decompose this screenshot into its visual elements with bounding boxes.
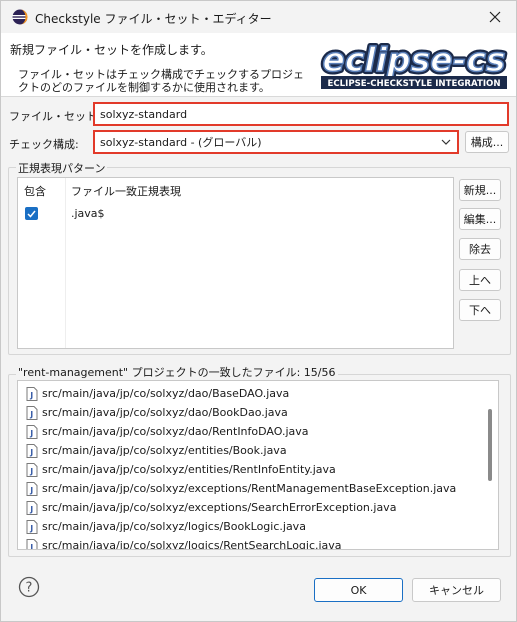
logo-text: eclipse-cs bbox=[322, 40, 505, 79]
cancel-button[interactable]: キャンセル bbox=[412, 578, 501, 602]
column-header-regex: ファイル一致正規表現 bbox=[71, 185, 181, 198]
remove-pattern-button[interactable]: 除去 bbox=[459, 238, 501, 260]
java-file-icon: J bbox=[26, 462, 38, 477]
logo-subtext: ECLIPSE-CHECKSTYLE INTEGRATION bbox=[327, 79, 500, 89]
java-file-icon: J bbox=[26, 481, 38, 496]
eclipse-cs-logo: eclipse-cs eclipse-cs ECLIPSE-CHECKSTYLE… bbox=[317, 39, 511, 92]
banner-title: 新規ファイル・セットを作成します。 bbox=[10, 43, 213, 57]
help-icon[interactable]: ? bbox=[18, 576, 40, 598]
checkmark-icon bbox=[27, 210, 36, 218]
java-file-icon: J bbox=[26, 519, 38, 534]
list-item[interactable]: Jsrc/main/java/jp/co/solxyz/exceptions/S… bbox=[26, 498, 396, 517]
pattern-table: 包含 ファイル一致正規表現 .java$ bbox=[17, 177, 454, 349]
svg-text:J: J bbox=[29, 467, 33, 476]
svg-text:J: J bbox=[29, 391, 33, 400]
list-item[interactable]: Jsrc/main/java/jp/co/solxyz/exceptions/R… bbox=[26, 479, 456, 498]
list-item[interactable]: Jsrc/main/java/jp/co/solxyz/entities/Boo… bbox=[26, 441, 287, 460]
java-file-icon: J bbox=[26, 405, 38, 420]
check-config-value: solxyz-standard - (グローバル) bbox=[100, 136, 262, 149]
java-file-icon: J bbox=[26, 424, 38, 439]
pattern-regex-cell[interactable]: .java$ bbox=[71, 207, 105, 220]
svg-text:?: ? bbox=[26, 581, 33, 596]
include-checkbox[interactable] bbox=[25, 207, 38, 220]
list-item[interactable]: Jsrc/main/java/jp/co/solxyz/dao/BaseDAO.… bbox=[26, 384, 289, 403]
svg-text:J: J bbox=[29, 505, 33, 514]
file-path: src/main/java/jp/co/solxyz/dao/BookDao.j… bbox=[42, 406, 288, 419]
file-path: src/main/java/jp/co/solxyz/entities/Rent… bbox=[42, 463, 336, 476]
fileset-name-input[interactable]: solxyz-standard bbox=[93, 102, 509, 126]
fileset-editor-dialog: Checkstyle ファイル・セット・エディター 新規ファイル・セットを作成し… bbox=[0, 0, 517, 622]
list-item[interactable]: Jsrc/main/java/jp/co/solxyz/entities/Ren… bbox=[26, 460, 336, 479]
file-path: src/main/java/jp/co/solxyz/dao/BaseDAO.j… bbox=[42, 387, 290, 400]
close-icon bbox=[489, 11, 501, 23]
configure-button[interactable]: 構成... bbox=[465, 131, 509, 153]
ok-button[interactable]: OK bbox=[314, 578, 403, 602]
pattern-group-label: 正規表現パターン bbox=[16, 160, 108, 176]
close-button[interactable] bbox=[480, 3, 510, 31]
list-item[interactable]: Jsrc/main/java/jp/co/solxyz/dao/RentInfo… bbox=[26, 422, 309, 441]
svg-text:J: J bbox=[29, 410, 33, 419]
chevron-down-icon bbox=[441, 139, 451, 145]
eclipse-logo-icon bbox=[12, 9, 28, 25]
check-config-label: チェック構成: bbox=[9, 138, 79, 151]
move-down-button[interactable]: 下へ bbox=[459, 299, 501, 321]
svg-text:J: J bbox=[29, 429, 33, 438]
java-file-icon: J bbox=[26, 386, 38, 401]
column-header-include: 包含 bbox=[24, 185, 46, 198]
edit-pattern-button[interactable]: 編集... bbox=[459, 208, 501, 230]
svg-text:J: J bbox=[29, 543, 33, 551]
java-file-icon: J bbox=[26, 500, 38, 515]
banner-description: ファイル・セットはチェック構成でチェックするプロジェクトのどのファイルを制御する… bbox=[18, 68, 304, 94]
list-item[interactable]: Jsrc/main/java/jp/co/solxyz/dao/BookDao.… bbox=[26, 403, 288, 422]
file-path: src/main/java/jp/co/solxyz/exceptions/Se… bbox=[42, 501, 397, 514]
new-pattern-button[interactable]: 新規... bbox=[459, 179, 501, 201]
matched-files-list[interactable]: Jsrc/main/java/jp/co/solxyz/dao/BaseDAO.… bbox=[17, 380, 499, 550]
matched-files-label: "rent-management" プロジェクトの一致したファイル: 15/56 bbox=[16, 364, 338, 380]
file-path: src/main/java/jp/co/solxyz/logics/BookLo… bbox=[42, 520, 306, 533]
file-path: src/main/java/jp/co/solxyz/exceptions/Re… bbox=[42, 482, 457, 495]
window-title: Checkstyle ファイル・セット・エディター bbox=[35, 12, 272, 26]
move-up-button[interactable]: 上へ bbox=[459, 269, 501, 291]
svg-text:J: J bbox=[29, 524, 33, 533]
dialog-banner: 新規ファイル・セットを作成します。 ファイル・セットはチェック構成でチェックする… bbox=[1, 33, 516, 97]
file-path: src/main/java/jp/co/solxyz/entities/Book… bbox=[42, 444, 287, 457]
fileset-name-value: solxyz-standard bbox=[100, 107, 188, 121]
java-file-icon: J bbox=[26, 443, 38, 458]
file-path: src/main/java/jp/co/solxyz/dao/RentInfoD… bbox=[42, 425, 309, 438]
file-path: src/main/java/jp/co/solxyz/logics/RentSe… bbox=[42, 539, 342, 550]
svg-text:J: J bbox=[29, 448, 33, 457]
check-config-select[interactable]: solxyz-standard - (グローバル) bbox=[93, 130, 459, 154]
list-item[interactable]: Jsrc/main/java/jp/co/solxyz/logics/BookL… bbox=[26, 517, 306, 536]
title-bar: Checkstyle ファイル・セット・エディター bbox=[1, 1, 516, 33]
svg-text:J: J bbox=[29, 486, 33, 495]
java-file-icon: J bbox=[26, 538, 38, 551]
list-item[interactable]: Jsrc/main/java/jp/co/solxyz/logics/RentS… bbox=[26, 536, 342, 551]
list-scrollbar[interactable] bbox=[488, 409, 492, 481]
